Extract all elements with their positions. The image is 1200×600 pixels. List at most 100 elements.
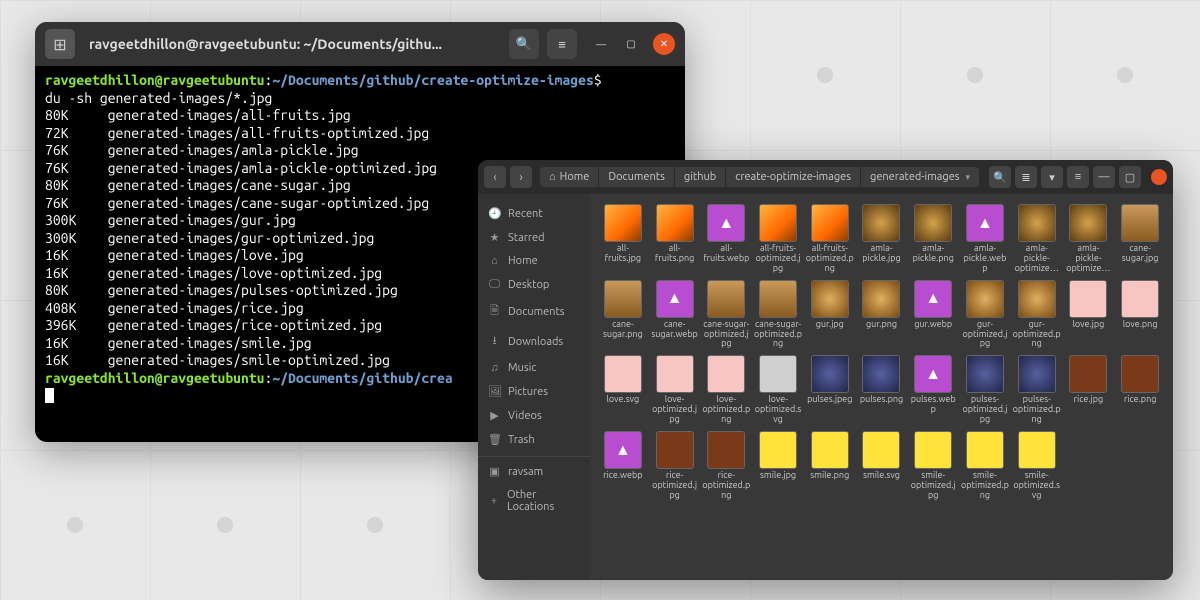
file-item[interactable]: amla-pickle-optimize…png <box>1064 204 1114 274</box>
sidebar-icon: + <box>488 495 500 507</box>
file-name: love-optimized.svg <box>754 395 802 425</box>
file-item[interactable]: cane-sugar-optimized.jpg <box>701 280 751 350</box>
sidebar-item-trash[interactable]: 🗑Trash <box>478 428 590 451</box>
file-item[interactable]: all-fruits-optimized.png <box>805 204 855 274</box>
file-item[interactable]: ▲rice.webp <box>598 431 648 501</box>
search-button[interactable]: 🔍 <box>509 29 539 59</box>
breadcrumb-segment[interactable]: ⌂ Home <box>540 167 599 187</box>
sidebar-label: Desktop <box>508 279 549 291</box>
file-item[interactable]: all-fruits.png <box>650 204 700 274</box>
file-name: cane-sugar-optimized.jpg <box>702 320 750 350</box>
file-name: gur-optimized.jpg <box>961 320 1009 350</box>
file-item[interactable]: love-optimized.svg <box>753 355 803 425</box>
file-item[interactable]: rice.png <box>1115 355 1165 425</box>
sidebar-item-desktop[interactable]: 🖵Desktop <box>478 273 590 296</box>
sidebar-item-recent[interactable]: 🕘Recent <box>478 202 590 225</box>
file-item[interactable]: gur.jpg <box>805 280 855 350</box>
hamburger-icon: ≡ <box>1075 171 1081 183</box>
file-item[interactable]: gur.png <box>857 280 907 350</box>
file-item[interactable]: ▲pulses.webp <box>908 355 958 425</box>
file-thumbnail <box>707 431 745 469</box>
sidebar-item-home[interactable]: ⌂Home <box>478 250 590 272</box>
file-name: amla-pickle.webp <box>961 244 1009 274</box>
close-button[interactable] <box>1151 169 1167 185</box>
search-files-button[interactable]: 🔍 <box>989 166 1011 188</box>
file-thumbnail <box>656 355 694 393</box>
file-item[interactable]: smile-optimized.png <box>960 431 1010 501</box>
file-item[interactable]: smile.png <box>805 431 855 501</box>
file-item[interactable]: cane-sugar-optimized.png <box>753 280 803 350</box>
file-item[interactable]: love-optimized.jpg <box>650 355 700 425</box>
file-item[interactable]: gur-optimized.jpg <box>960 280 1010 350</box>
file-thumbnail <box>604 280 642 318</box>
file-name: gur-optimized.png <box>1013 320 1061 350</box>
file-name: amla-pickle.png <box>909 244 957 264</box>
file-thumbnail <box>811 355 849 393</box>
file-item[interactable]: cane-sugar.jpg <box>1115 204 1165 274</box>
file-item[interactable]: all-fruits-optimized.jpg <box>753 204 803 274</box>
sidebar-item-starred[interactable]: ★Starred <box>478 226 590 249</box>
file-item[interactable]: amla-pickle.png <box>908 204 958 274</box>
hamburger-button[interactable]: ≡ <box>1067 166 1089 188</box>
file-item[interactable]: ▲amla-pickle.webp <box>960 204 1010 274</box>
sidebar-item-downloads[interactable]: ⭳ Downloads <box>478 327 590 356</box>
file-thumbnail <box>862 204 900 242</box>
file-item[interactable]: amla-pickle-optimize…jpg <box>1012 204 1062 274</box>
new-tab-button[interactable]: ⊞ <box>45 29 75 59</box>
breadcrumb-segment[interactable]: create-optimize-images <box>726 167 861 187</box>
file-name: rice.png <box>1124 395 1157 405</box>
file-item[interactable]: smile.jpg <box>753 431 803 501</box>
file-thumbnail <box>1018 355 1056 393</box>
hamburger-menu-button[interactable]: ≡ <box>547 29 577 59</box>
file-item[interactable]: cane-sugar.png <box>598 280 648 350</box>
sidebar-item-pictures[interactable]: 🖼Pictures <box>478 380 590 403</box>
file-item[interactable]: pulses.jpeg <box>805 355 855 425</box>
file-item[interactable]: smile-optimized.jpg <box>908 431 958 501</box>
file-name: pulses-optimized.png <box>1013 395 1061 425</box>
file-item[interactable]: smile.svg <box>857 431 907 501</box>
minimize-button[interactable]: — <box>1093 166 1115 188</box>
sidebar-item-other-locations[interactable]: +Other Locations <box>478 484 590 518</box>
file-item[interactable]: smile-optimized.svg <box>1012 431 1062 501</box>
sidebar-item-ravsam[interactable]: ▣ravsam <box>478 456 590 483</box>
file-item[interactable]: pulses-optimized.png <box>1012 355 1062 425</box>
file-item[interactable]: pulses-optimized.jpg <box>960 355 1010 425</box>
file-item[interactable]: all-fruits.jpg <box>598 204 648 274</box>
file-item[interactable]: pulses.png <box>857 355 907 425</box>
file-item[interactable]: love.png <box>1115 280 1165 350</box>
maximize-button[interactable]: ▢ <box>1119 166 1141 188</box>
breadcrumb-segment[interactable]: Documents <box>599 167 675 187</box>
view-list-button[interactable]: ≣ <box>1015 166 1037 188</box>
file-thumbnail <box>1018 280 1056 318</box>
file-item[interactable]: rice-optimized.png <box>701 431 751 501</box>
file-item[interactable]: ▲gur.webp <box>908 280 958 350</box>
sidebar-item-documents[interactable]: 🗎Documents <box>478 297 590 326</box>
sidebar-icon: ⭳ <box>488 332 501 351</box>
sidebar-item-music[interactable]: ♫Music <box>478 357 590 379</box>
file-item[interactable]: love.svg <box>598 355 648 425</box>
file-name: all-fruits.jpg <box>599 244 647 264</box>
file-item[interactable]: rice.jpg <box>1064 355 1114 425</box>
file-item[interactable]: love-optimized.png <box>701 355 751 425</box>
file-item[interactable]: love.jpg <box>1064 280 1114 350</box>
maximize-button[interactable]: ▢ <box>623 36 639 52</box>
file-item[interactable]: ▲cane-sugar.webp <box>650 280 700 350</box>
chevron-down-icon: ▾ <box>1049 171 1055 184</box>
nav-back-button[interactable]: ‹ <box>484 166 506 188</box>
file-item[interactable]: amla-pickle.jpg <box>857 204 907 274</box>
file-item[interactable]: ▲all-fruits.webp <box>701 204 751 274</box>
file-item[interactable]: rice-optimized.jpg <box>650 431 700 501</box>
home-icon: ⌂ <box>549 171 556 183</box>
minimize-button[interactable]: — <box>593 36 609 52</box>
close-button[interactable]: ✕ <box>653 33 675 55</box>
file-item[interactable]: gur-optimized.png <box>1012 280 1062 350</box>
breadcrumb-segment[interactable]: github <box>675 167 726 187</box>
nav-forward-button[interactable]: › <box>510 166 532 188</box>
view-options-button[interactable]: ▾ <box>1041 166 1063 188</box>
file-grid[interactable]: all-fruits.jpgall-fruits.png▲all-fruits.… <box>590 194 1173 580</box>
sidebar-label: Downloads <box>508 336 563 348</box>
terminal-title: ravgeetdhillon@ravgeetubuntu: ~/Document… <box>83 36 501 52</box>
terminal-titlebar[interactable]: ⊞ ravgeetdhillon@ravgeetubuntu: ~/Docume… <box>35 22 685 66</box>
breadcrumb-segment[interactable]: generated-images ▾ <box>861 167 980 187</box>
sidebar-item-videos[interactable]: ▶Videos <box>478 404 590 427</box>
